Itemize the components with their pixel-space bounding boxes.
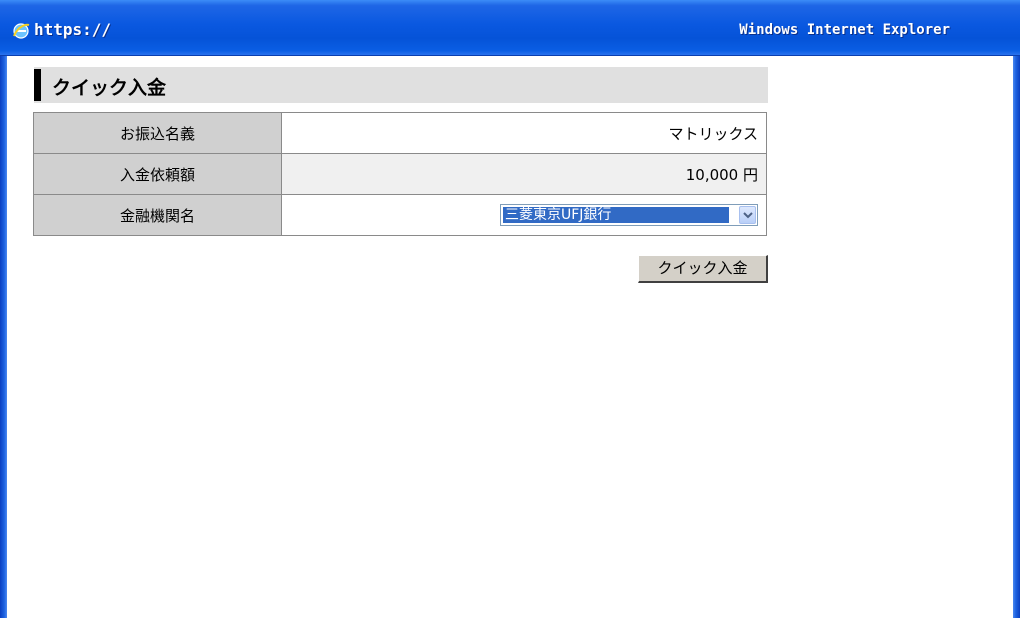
- bank-name-label: 金融機関名: [33, 194, 282, 236]
- table-row: 金融機関名 三菱東京UFJ銀行: [33, 194, 767, 236]
- bank-name-cell: 三菱東京UFJ銀行: [281, 194, 767, 236]
- internet-explorer-icon: [13, 23, 30, 39]
- table-row: 入金依頼額 10,000 円: [33, 153, 767, 195]
- browser-window: https:// Windows Internet Explorer クイック入…: [0, 0, 1020, 618]
- deposit-form-table: お振込名義 マトリックス 入金依頼額 10,000 円 金融機関名 三菱東京UF…: [33, 112, 767, 236]
- table-row: お振込名義 マトリックス: [33, 112, 767, 154]
- bank-select-value[interactable]: 三菱東京UFJ銀行: [502, 206, 730, 224]
- page-content: クイック入金 お振込名義 マトリックス 入金依頼額 10,000 円 金融機関名…: [7, 56, 1013, 618]
- window-frame-left: [0, 56, 7, 618]
- window-title-url: https://: [34, 20, 112, 39]
- bank-select[interactable]: 三菱東京UFJ銀行: [500, 204, 758, 226]
- section-header: クイック入金: [34, 67, 768, 103]
- account-name-label: お振込名義: [33, 112, 282, 154]
- section-header-bar: [34, 69, 41, 101]
- chevron-down-icon: [743, 212, 753, 219]
- window-title-app: Windows Internet Explorer: [739, 22, 950, 38]
- section-title: クイック入金: [52, 77, 167, 99]
- dropdown-button[interactable]: [739, 206, 756, 224]
- quick-deposit-button[interactable]: クイック入金: [638, 255, 768, 283]
- window-frame-right: [1013, 56, 1020, 618]
- deposit-amount-value: 10,000 円: [281, 153, 767, 195]
- deposit-amount-label: 入金依頼額: [33, 153, 282, 195]
- title-bar[interactable]: https:// Windows Internet Explorer: [0, 0, 1020, 56]
- account-name-value: マトリックス: [281, 112, 767, 154]
